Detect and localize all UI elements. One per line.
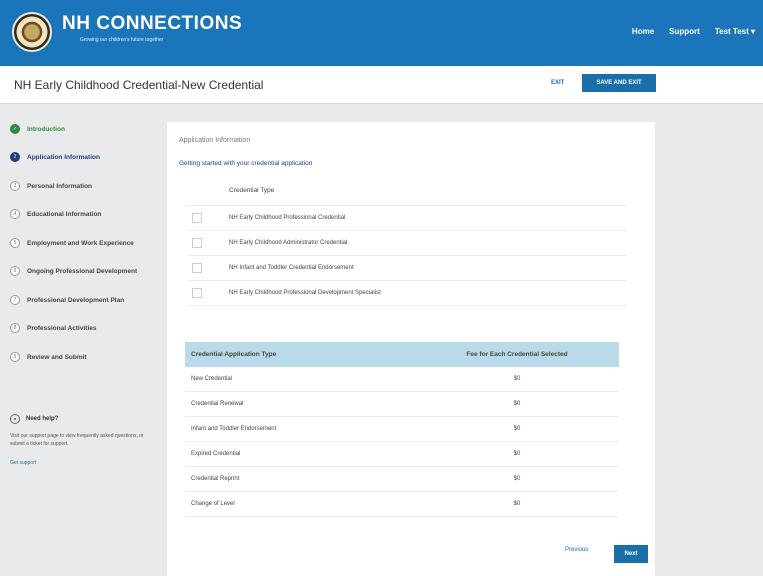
table-cell: Credential Renewal — [191, 401, 244, 407]
table-row: Credential Reprint $0 — [185, 467, 619, 492]
step-professional-activities[interactable]: 8 Professional Activities — [10, 323, 96, 333]
fee-table-header: Credential Application Type Fee for Each… — [185, 342, 619, 367]
step-label: Personal Information — [27, 182, 93, 190]
credential-type-header: Credential Type — [229, 187, 275, 194]
table-cell: $0 — [513, 401, 521, 407]
table-row: New Credential $0 — [185, 367, 619, 392]
intro-text: Getting started with your credential app… — [179, 160, 313, 167]
step-introduction[interactable]: ✓ Introduction — [10, 124, 65, 134]
step-number: 9 — [10, 352, 20, 362]
nav-support-link[interactable]: Support — [669, 27, 700, 36]
step-label: Introduction — [27, 125, 65, 133]
credential-checkbox[interactable] — [192, 213, 202, 223]
step-number: 4 — [10, 209, 20, 219]
application-form-card: Application Information Getting started … — [167, 122, 655, 576]
help-heading: Need help? — [10, 414, 150, 424]
nav-home-link[interactable]: Home — [632, 27, 654, 36]
step-number: 5 — [10, 238, 20, 248]
step-label: Review and Submit — [27, 353, 87, 361]
credential-checkbox[interactable] — [192, 238, 202, 248]
table-cell: Expired Credential — [191, 451, 241, 457]
brand-title: NH CONNECTIONS — [62, 13, 243, 34]
top-navigation-bar: NH CONNECTIONS Growing our children's fu… — [0, 0, 763, 66]
table-cell: New Credential — [191, 376, 233, 382]
credential-label: NH Infant and Toddler Credential Endorse… — [229, 265, 354, 271]
table-row: Expired Credential $0 — [185, 442, 619, 467]
next-button[interactable]: Next — [614, 545, 648, 563]
brand[interactable]: NH CONNECTIONS Growing our children's fu… — [62, 13, 243, 44]
step-application-information[interactable]: 2 Application Information — [10, 152, 100, 162]
column-header-type: Credential Application Type — [191, 351, 277, 358]
step-number: 7 — [10, 295, 20, 305]
step-label: Educational Information — [27, 210, 102, 218]
help-lifebuoy-icon — [10, 414, 20, 424]
table-cell: $0 — [513, 376, 521, 382]
fee-table: Credential Application Type Fee for Each… — [185, 342, 619, 517]
step-number: 8 — [10, 323, 20, 333]
exit-button[interactable]: EXIT — [545, 76, 570, 90]
column-header-fee: Fee for Each Credential Selected — [466, 351, 568, 358]
step-label: Professional Activities — [27, 324, 97, 332]
user-menu[interactable]: Test Test ▾ — [715, 27, 755, 36]
step-employment-experience[interactable]: 5 Employment and Work Experience — [10, 238, 134, 248]
help-panel: Need help? Visit our support page to vie… — [10, 414, 150, 466]
table-cell: $0 — [513, 451, 521, 457]
credential-checkbox[interactable] — [192, 263, 202, 273]
step-review-and-submit[interactable]: 9 Review and Submit — [10, 352, 87, 362]
help-text: Visit our support page to view frequentl… — [10, 433, 144, 447]
step-number: 3 — [10, 181, 20, 191]
credential-label: NH Early Childhood Administrator Credent… — [229, 240, 348, 246]
page-header: NH Early Childhood Credential-New Creden… — [0, 66, 763, 104]
step-number: 6 — [10, 266, 20, 276]
table-row: Credential Renewal $0 — [185, 392, 619, 417]
table-cell: $0 — [513, 476, 521, 482]
credential-option[interactable]: NH Infant and Toddler Credential Endorse… — [187, 255, 627, 280]
credential-option[interactable]: NH Early Childhood Professional Developm… — [187, 280, 627, 305]
state-seal-logo — [12, 12, 52, 52]
step-ongoing-professional-development[interactable]: 6 Ongoing Professional Development — [10, 266, 137, 276]
get-support-link[interactable]: Get support — [10, 460, 150, 466]
page-title: NH Early Childhood Credential-New Creden… — [14, 78, 264, 92]
table-row: Infant and Toddler Endorsement $0 — [185, 417, 619, 442]
table-cell: Credential Reprint — [191, 476, 240, 482]
credential-option[interactable]: NH Early Childhood Administrator Credent… — [187, 230, 627, 255]
step-professional-development-plan[interactable]: 7 Professional Development Plan — [10, 295, 124, 305]
progress-sidebar: ✓ Introduction 2 Application Information… — [0, 104, 160, 576]
table-cell: Infant and Toddler Endorsement — [191, 426, 277, 432]
step-label: Employment and Work Experience — [27, 239, 134, 247]
save-and-exit-button[interactable]: SAVE AND EXIT — [582, 74, 656, 92]
step-personal-information[interactable]: 3 Personal Information — [10, 181, 92, 191]
credential-label: NH Early Childhood Professional Developm… — [229, 290, 381, 296]
credential-label: NH Early Childhood Professional Credenti… — [229, 215, 346, 221]
step-label: Ongoing Professional Development — [27, 267, 138, 275]
previous-button[interactable]: Previous — [565, 547, 588, 553]
table-row: Change of Level $0 — [185, 492, 619, 517]
section-title: Application Information — [179, 137, 251, 144]
brand-tagline: Growing our children's future together — [80, 37, 164, 43]
divider — [187, 305, 627, 306]
help-title: Need help? — [26, 416, 59, 422]
credential-option[interactable]: NH Early Childhood Professional Credenti… — [187, 205, 627, 230]
credential-checkbox[interactable] — [192, 288, 202, 298]
step-educational-information[interactable]: 4 Educational Information — [10, 209, 101, 219]
top-nav: Home Support Test Test ▾ — [632, 27, 755, 36]
table-cell: $0 — [513, 426, 521, 432]
step-check-icon: ✓ — [10, 124, 20, 134]
table-cell: Change of Level — [191, 501, 235, 507]
table-cell: $0 — [513, 501, 521, 507]
step-label: Professional Development Plan — [27, 296, 125, 304]
step-number: 2 — [10, 152, 20, 162]
step-label: Application Information — [27, 153, 100, 161]
